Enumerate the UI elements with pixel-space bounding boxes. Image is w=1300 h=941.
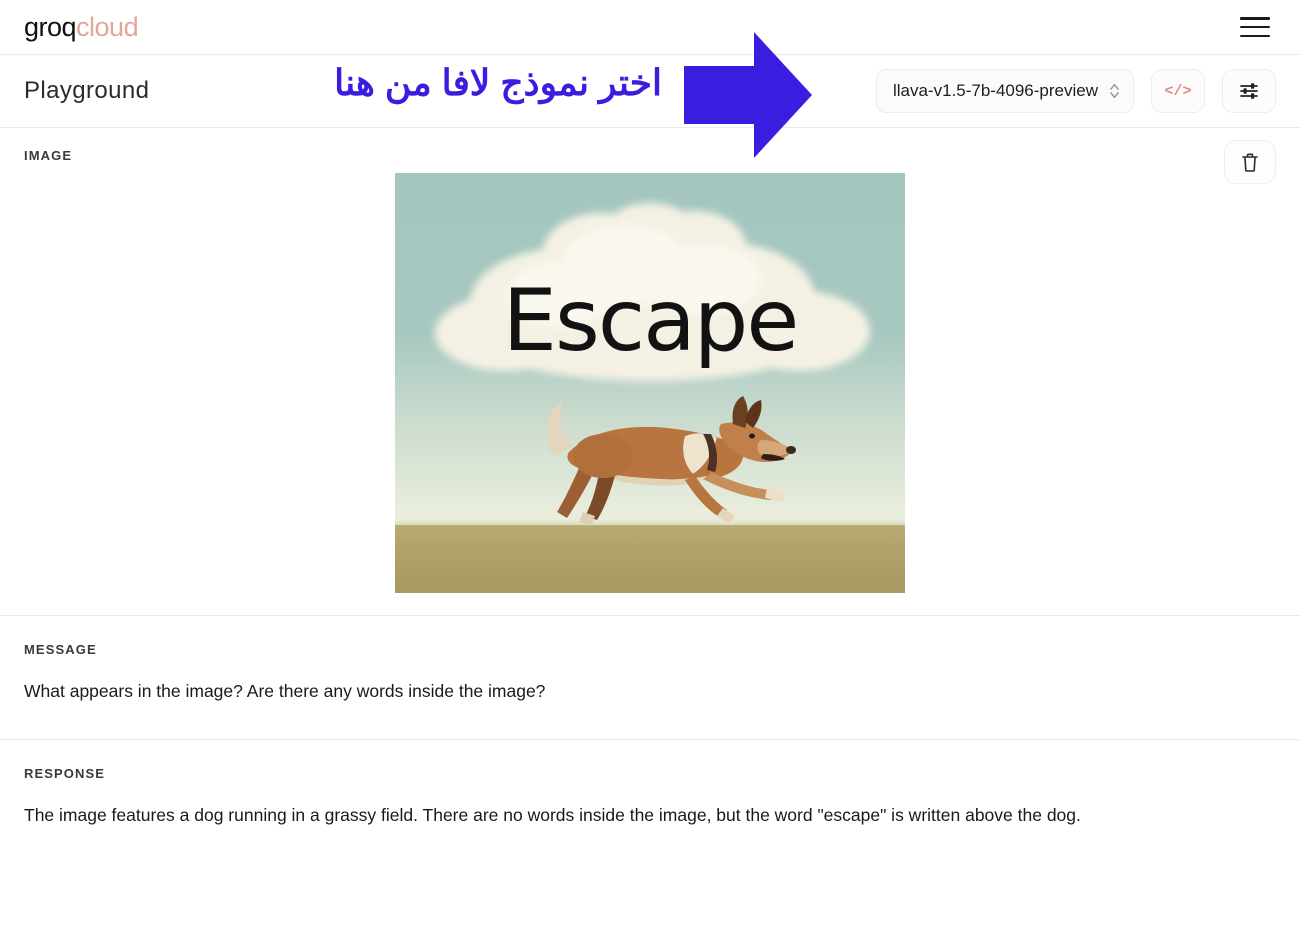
view-code-button[interactable]: </> bbox=[1151, 69, 1205, 113]
hamburger-line bbox=[1240, 17, 1270, 20]
image-section-label: IMAGE bbox=[24, 148, 73, 163]
playground-header: Playground llava-v1.5-7b-4096-preview </… bbox=[0, 55, 1300, 128]
message-text[interactable]: What appears in the image? Are there any… bbox=[24, 677, 1254, 705]
message-section: MESSAGE What appears in the image? Are t… bbox=[0, 616, 1300, 740]
hamburger-line bbox=[1240, 34, 1270, 37]
logo-cloud-text: cloud bbox=[76, 11, 139, 42]
dog-graphic bbox=[546, 396, 796, 526]
code-icon: </> bbox=[1164, 82, 1192, 100]
top-bar: groq cloud bbox=[0, 0, 1300, 55]
settings-button[interactable] bbox=[1222, 69, 1276, 113]
trash-icon bbox=[1242, 153, 1258, 172]
response-section: RESPONSE The image features a dog runnin… bbox=[0, 740, 1300, 859]
sliders-icon bbox=[1240, 83, 1258, 99]
message-section-label: MESSAGE bbox=[24, 642, 97, 657]
uploaded-image-container[interactable]: Escape bbox=[24, 173, 1276, 593]
logo-groq-text: groq bbox=[24, 11, 77, 42]
image-section-header: IMAGE bbox=[24, 148, 1276, 163]
response-section-label: RESPONSE bbox=[24, 766, 106, 781]
image-section: IMAGE Escape bbox=[0, 128, 1300, 616]
model-selector-value: llava-v1.5-7b-4096-preview bbox=[892, 81, 1098, 100]
groqcloud-logo[interactable]: groq cloud bbox=[24, 11, 139, 42]
response-text: The image features a dog running in a gr… bbox=[24, 805, 1081, 825]
hamburger-menu-icon[interactable] bbox=[1240, 17, 1270, 37]
playground-page: groq cloud Playground llava-v1.5-7b-4096-… bbox=[0, 0, 1300, 941]
page-title: Playground bbox=[24, 77, 150, 104]
chevron-up-down-icon bbox=[1110, 83, 1119, 99]
model-selector[interactable]: llava-v1.5-7b-4096-preview bbox=[875, 69, 1134, 113]
delete-image-button[interactable] bbox=[1224, 140, 1276, 184]
header-controls: llava-v1.5-7b-4096-preview </> bbox=[875, 69, 1276, 113]
uploaded-image: Escape bbox=[395, 173, 905, 593]
hamburger-line bbox=[1240, 25, 1270, 29]
image-overlay-word: Escape bbox=[502, 271, 800, 371]
